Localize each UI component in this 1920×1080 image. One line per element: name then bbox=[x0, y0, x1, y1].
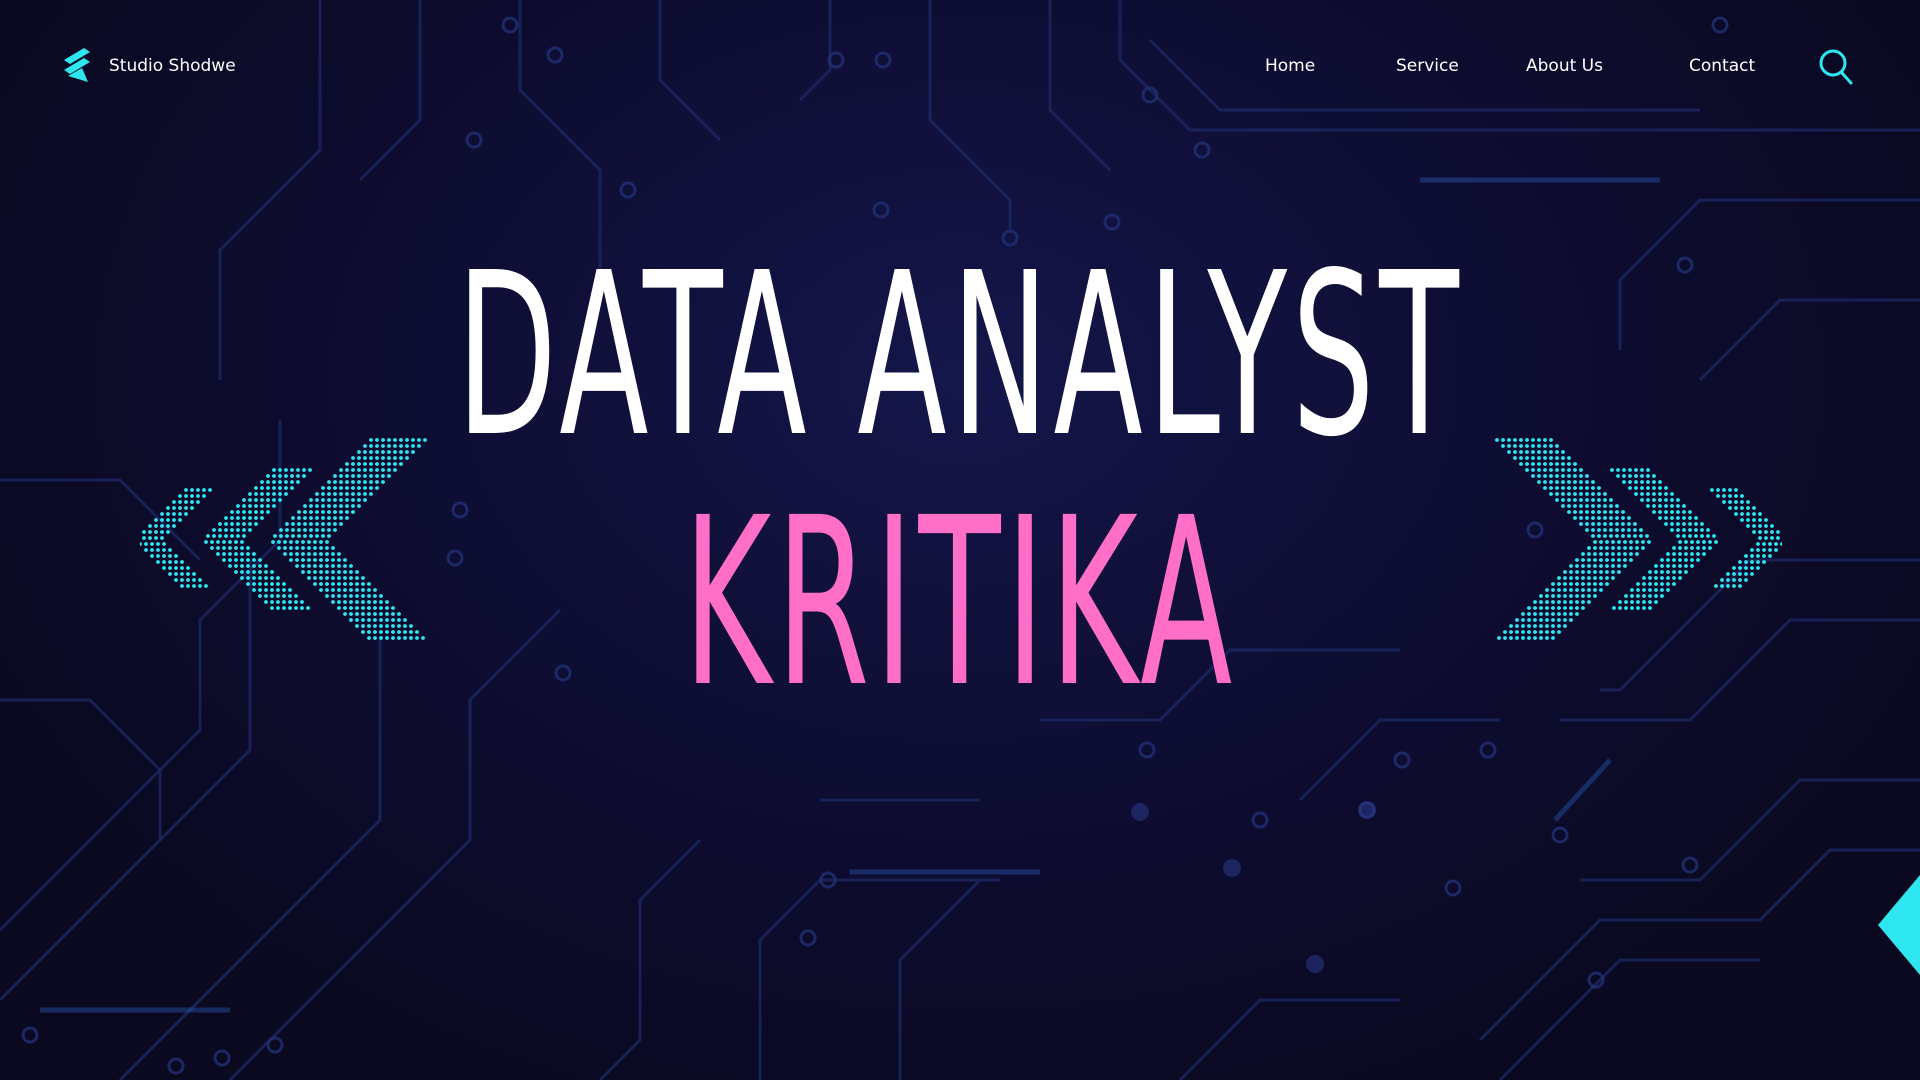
hero-title: DATA ANALYST bbox=[456, 225, 1464, 487]
hero-name: KRITIKA bbox=[683, 468, 1237, 738]
page-canvas: Studio Shodwe Home Service About Us Cont… bbox=[0, 0, 1920, 1080]
nav-link-home[interactable]: Home bbox=[1265, 53, 1315, 79]
studio-logo-icon[interactable] bbox=[62, 46, 92, 86]
brand-name[interactable]: Studio Shodwe bbox=[109, 53, 236, 79]
dotted-chevrons-left-decoration bbox=[1495, 438, 1782, 640]
dotted-chevrons-right-decoration bbox=[140, 438, 427, 640]
nav-link-service[interactable]: Service bbox=[1396, 53, 1459, 79]
search-icon[interactable] bbox=[1818, 48, 1854, 86]
nav-link-about-us[interactable]: About Us bbox=[1526, 53, 1603, 79]
nav-link-contact[interactable]: Contact bbox=[1689, 53, 1755, 79]
corner-accent-shape bbox=[1878, 875, 1920, 975]
